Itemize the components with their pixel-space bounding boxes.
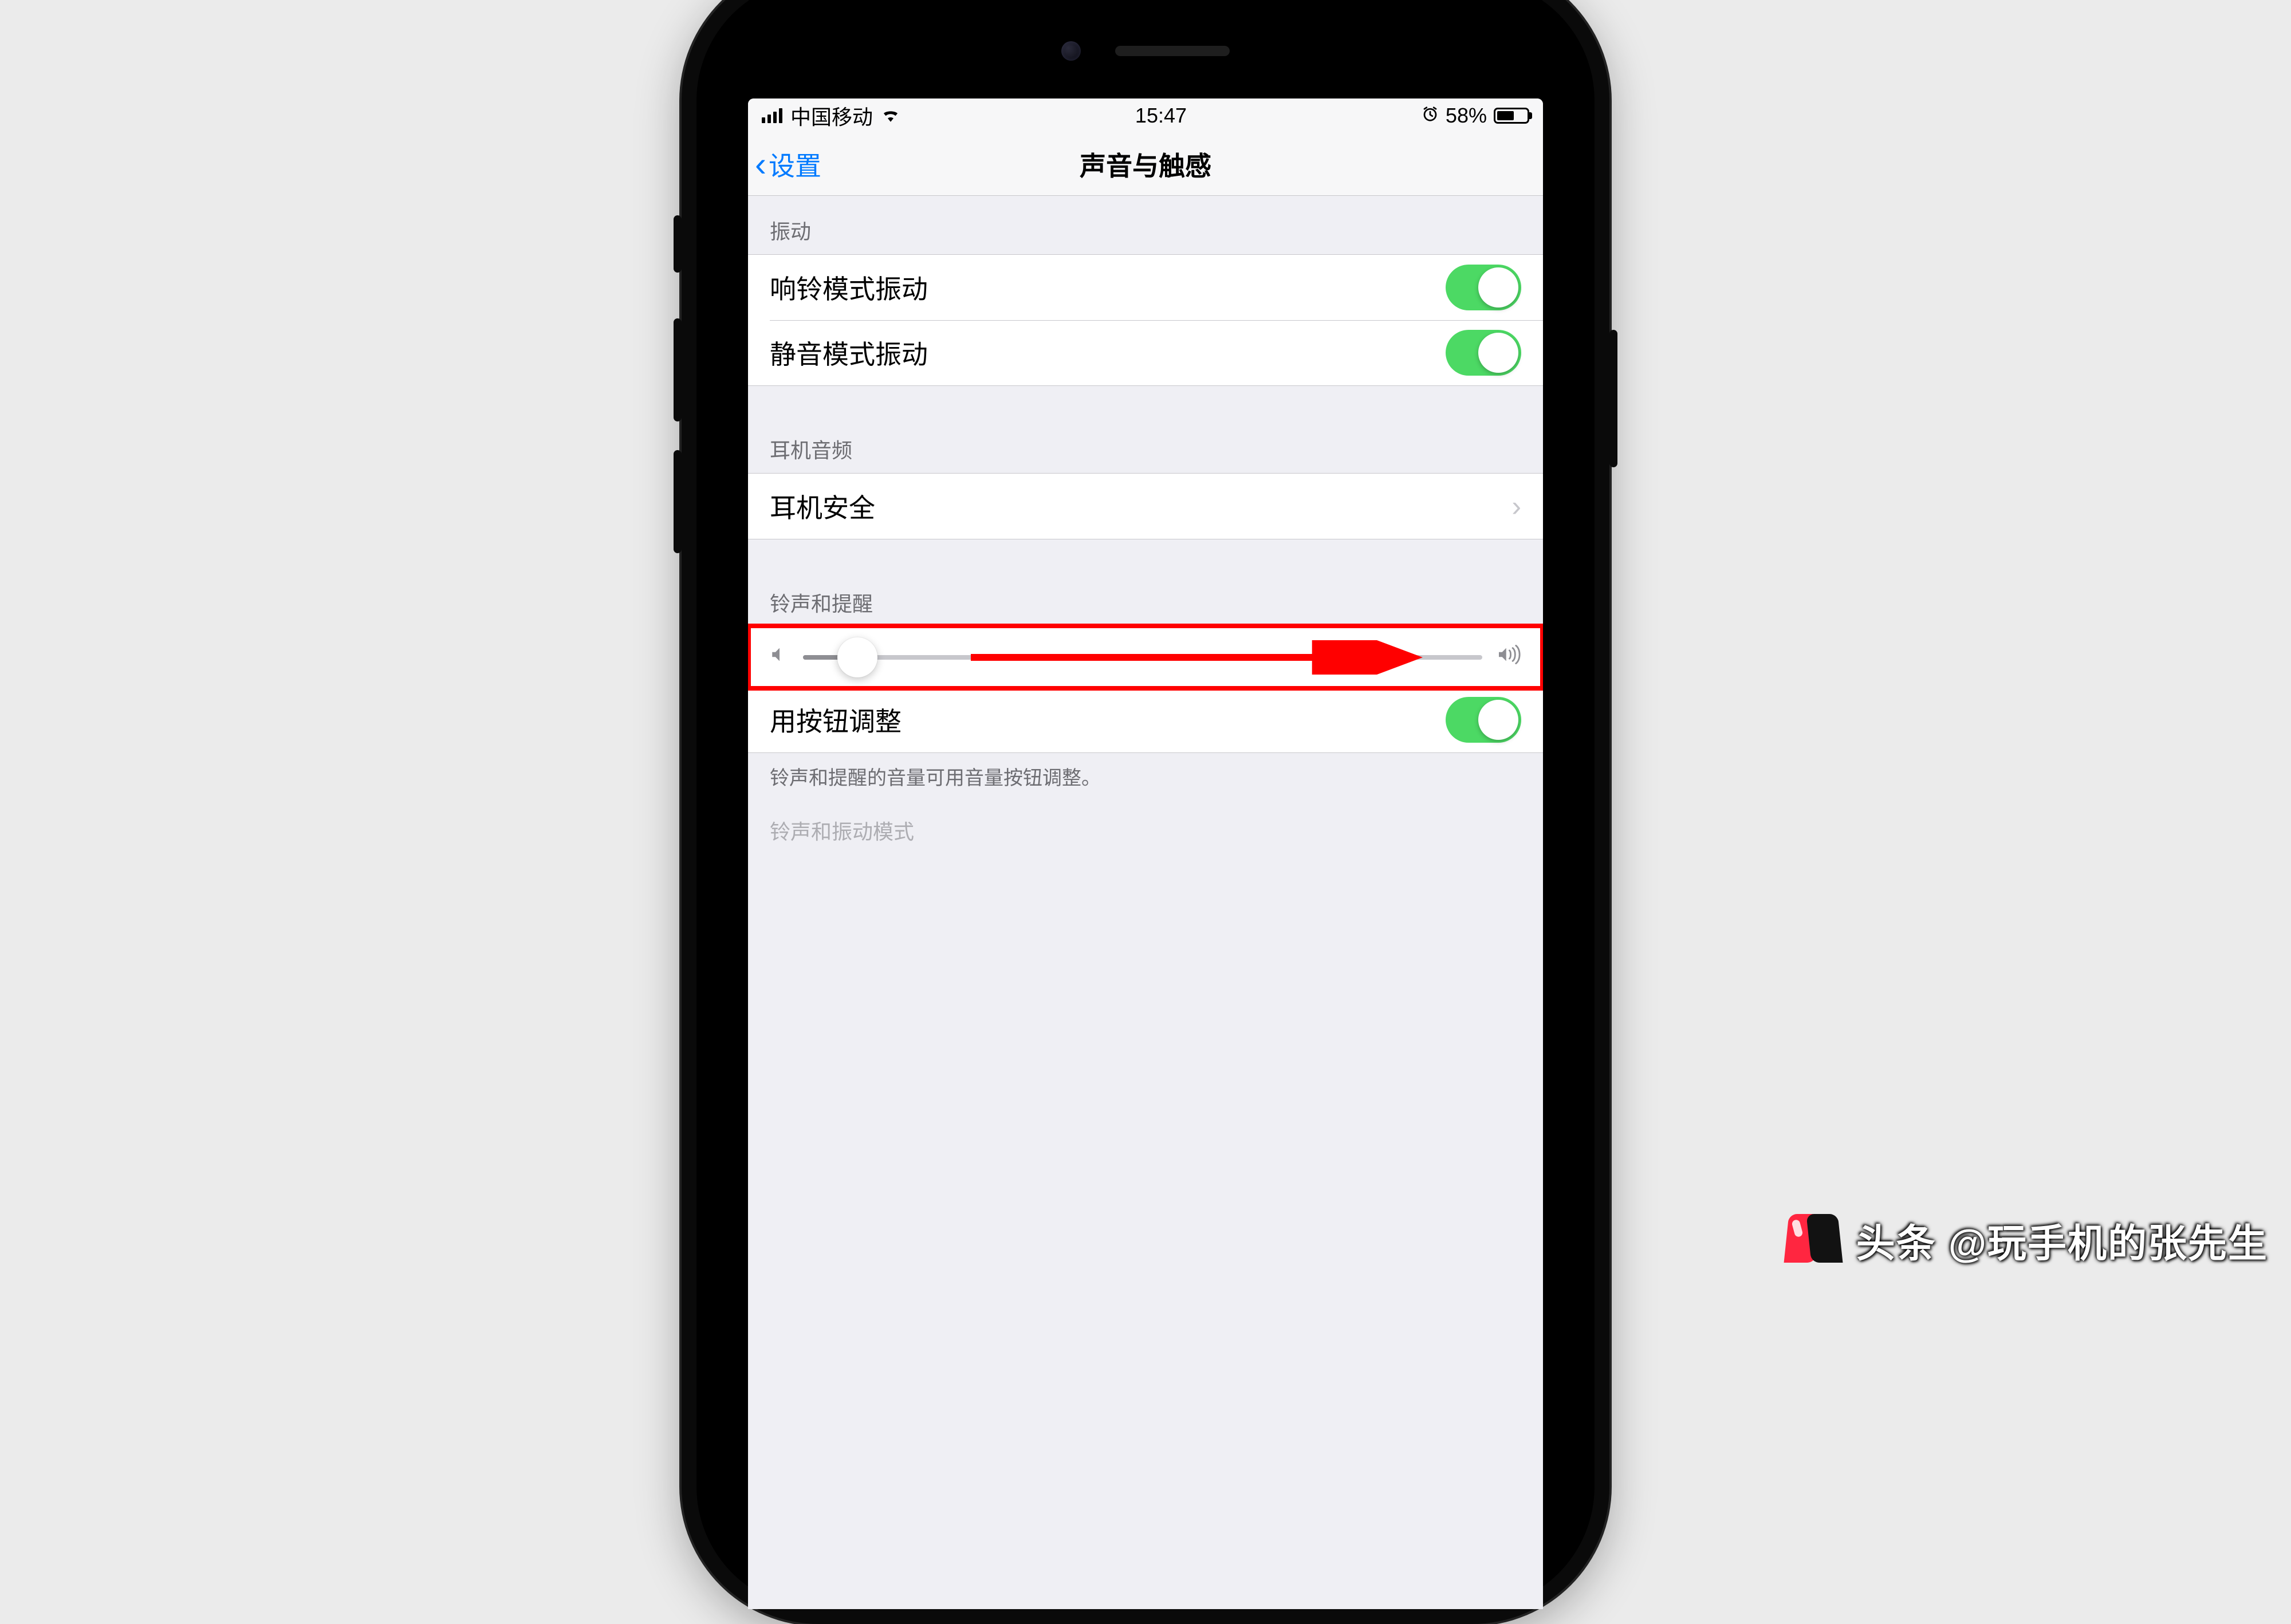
battery-percent-label: 58% [1446,104,1487,128]
row-label: 耳机安全 [770,487,875,525]
page-title: 声音与触感 [1080,145,1211,183]
section-footer-ringer: 铃声和提醒的音量可用音量按钮调整。 [748,753,1543,810]
toggle-ring-vibrate[interactable] [1446,265,1521,310]
nav-header: ‹ 设置 声音与触感 [748,133,1543,196]
volume-down-button [674,450,682,553]
row-button-adjust[interactable]: 用按钮调整 [748,687,1543,752]
volume-slider[interactable] [803,655,1482,660]
volume-up-button [674,318,682,421]
row-silent-vibrate[interactable]: 静音模式振动 [748,320,1543,385]
carrier-label: 中国移动 [790,101,873,131]
slider-thumb[interactable] [837,637,877,677]
status-bar: 中国移动 15:47 58% [748,98,1543,133]
back-label: 设置 [769,145,821,183]
row-label: 静音模式振动 [770,334,928,372]
cell-signal-icon [762,108,782,123]
watermark-text: 头条 @玩手机的张先生 [1856,1212,2268,1268]
power-button [1609,330,1617,467]
row-ring-vibrate[interactable]: 响铃模式振动 [748,255,1543,320]
toutiao-logo-icon [1782,1208,1845,1271]
back-button[interactable]: ‹ 设置 [748,145,821,183]
mute-switch [674,215,682,273]
row-label: 用按钮调整 [770,701,902,739]
section-header-headphone: 耳机音频 [748,415,1543,473]
section-header-ringtone-patterns: 铃声和振动模式 [748,810,1543,854]
front-camera [1061,41,1081,61]
battery-icon [1494,108,1529,124]
section-header-vibrate: 振动 [748,196,1543,254]
chevron-right-icon: › [1511,490,1521,523]
volume-high-icon [1496,644,1521,670]
volume-low-icon [770,644,789,670]
phone-frame: 中国移动 15:47 58% ‹ [682,0,1609,1624]
watermark: 头条 @玩手机的张先生 [1782,1208,2268,1271]
row-volume-slider [748,627,1543,687]
row-headphone-safety[interactable]: 耳机安全 › [748,474,1543,539]
chevron-left-icon: ‹ [755,147,766,182]
row-label: 响铃模式振动 [770,269,928,306]
wifi-icon [881,105,900,127]
alarm-icon [1422,104,1439,128]
toggle-silent-vibrate[interactable] [1446,330,1521,376]
clock-label: 15:47 [1135,104,1187,128]
section-header-ringer: 铃声和提醒 [748,568,1543,626]
toggle-button-adjust[interactable] [1446,697,1521,743]
phone-notch [1061,41,1230,61]
phone-screen: 中国移动 15:47 58% ‹ [748,98,1543,1609]
earpiece-speaker [1115,46,1230,56]
